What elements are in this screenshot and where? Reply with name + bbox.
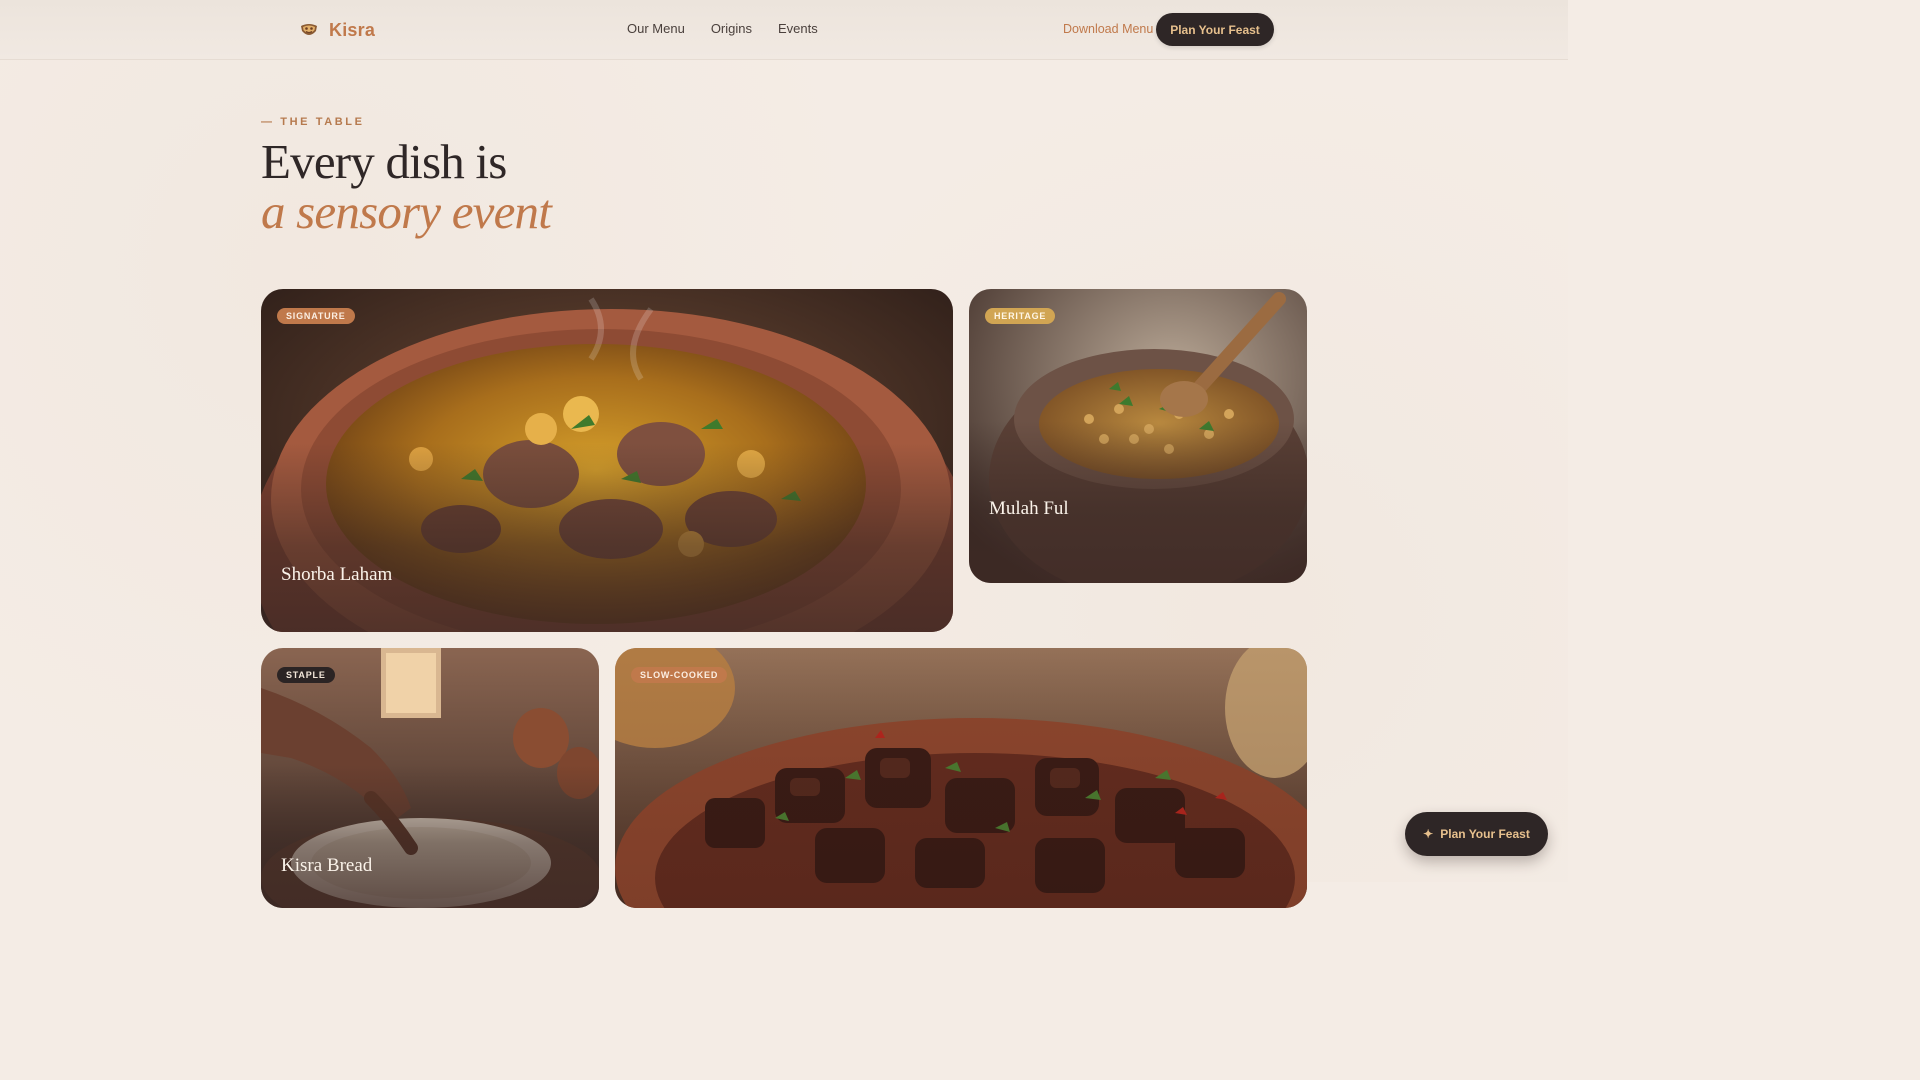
sparkle-icon: ✦ [1423,827,1434,841]
nav-link-events[interactable]: Events [778,20,818,38]
dish-card-shorba-laham[interactable]: SIGNATURE Shorba Laham [261,289,953,632]
dish-card-mulah-ful[interactable]: HERITAGE Mulah Ful [969,289,1307,583]
dish-badge: HERITAGE [985,308,1056,324]
hero-headline: Every dish is [261,134,507,189]
hero-headline-accent: a sensory event [261,184,552,239]
floating-cta-label: Plan Your Feast [1440,827,1530,841]
dish-name: Kisra Bread [281,855,373,876]
dish-name: Mulah Ful [989,498,1069,519]
download-menu-link[interactable]: Download Menu [1063,20,1153,38]
primary-nav: Our Menu Origins Events [627,20,818,38]
plan-your-feast-button[interactable]: Plan Your Feast [1156,13,1274,46]
dish-card-slow-cooked[interactable]: SLOW-COOKED [615,648,1307,908]
nav-link-our-menu[interactable]: Our Menu [627,20,685,38]
section-eyebrow: — THE TABLE [261,116,365,128]
brand-name: Kisra [329,19,376,40]
top-navigation: Kisra Our Menu Origins Events Download M… [0,0,1568,60]
dish-badge: SLOW-COOKED [631,667,728,683]
dish-badge: STAPLE [277,667,335,683]
dish-name: Shorba Laham [281,564,393,585]
nav-link-origins[interactable]: Origins [711,20,752,38]
brand-logo-link[interactable]: Kisra [298,17,375,43]
dish-badge: SIGNATURE [277,308,355,324]
floating-plan-your-feast-button[interactable]: ✦ Plan Your Feast [1405,812,1548,856]
dish-card-kisra-bread[interactable]: STAPLE Kisra Bread [261,648,599,908]
bowl-logo-icon [301,24,317,35]
